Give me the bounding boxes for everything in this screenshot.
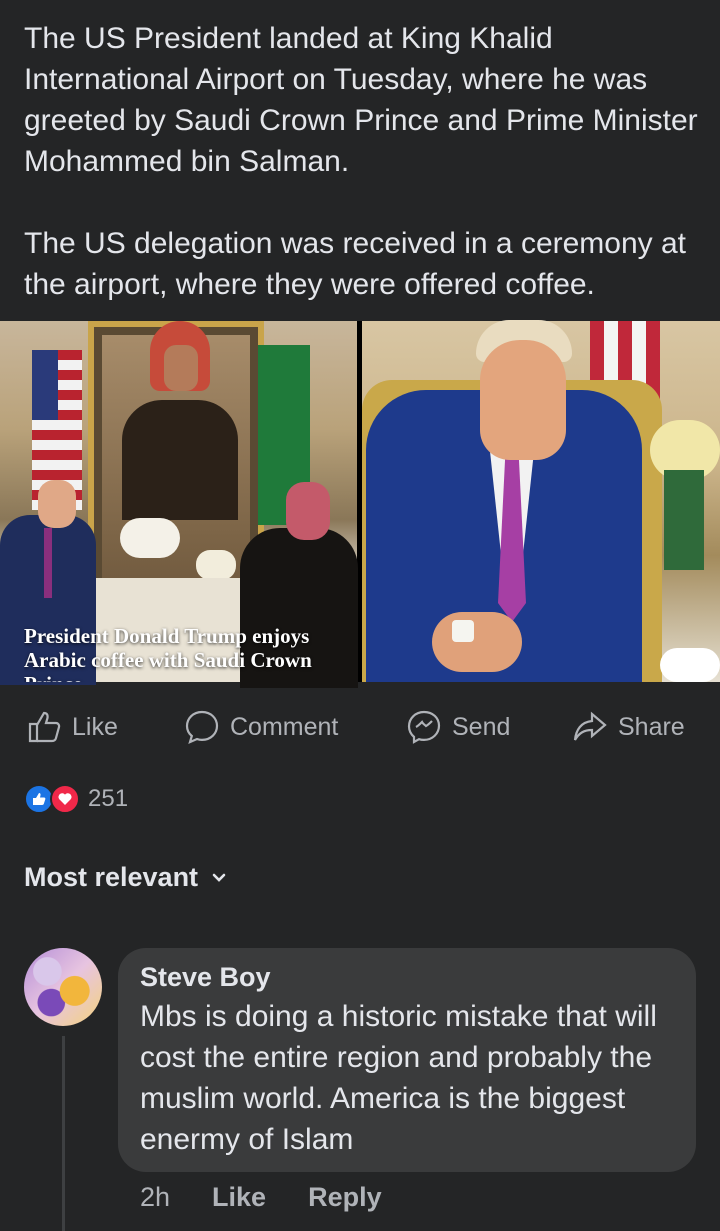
caption-paragraph-2: The US delegation was received in a cere…: [24, 227, 687, 301]
person-left-head: [38, 480, 76, 528]
comment-button[interactable]: Comment: [184, 709, 338, 745]
flowers-left: [120, 518, 180, 558]
person-left-tie: [44, 528, 52, 598]
comment-text: Mbs is doing a historic mistake that wil…: [140, 1000, 657, 1156]
comment-bubble[interactable]: Steve Boy Mbs is doing a historic mistak…: [118, 948, 696, 1172]
share-label: Share: [618, 712, 685, 741]
comment-meta: 2h Like Reply: [140, 1182, 382, 1213]
avatar[interactable]: [24, 948, 102, 1026]
comment-reply-button[interactable]: Reply: [308, 1182, 382, 1213]
comment-time[interactable]: 2h: [140, 1182, 170, 1213]
post-caption: The US President landed at King Khalid I…: [24, 18, 704, 305]
chevron-down-icon: [212, 873, 226, 882]
thread-line: [62, 1036, 65, 1231]
comment-like-button[interactable]: Like: [212, 1182, 266, 1213]
photo-overlay-caption: President Donald Trump enjoys Arabic cof…: [24, 624, 312, 682]
hands-right: [432, 612, 522, 672]
flowers-right-2: [660, 648, 720, 682]
reaction-count: 251: [88, 785, 129, 812]
person-right-head: [286, 482, 330, 540]
send-label: Send: [452, 712, 511, 741]
vase-right: [664, 470, 704, 570]
flowers-left-2: [196, 550, 236, 580]
sort-label: Most relevant: [24, 862, 199, 892]
like-label: Like: [72, 712, 118, 741]
send-button[interactable]: Send: [406, 709, 510, 745]
caption-paragraph-1: The US President landed at King Khalid I…: [24, 22, 698, 178]
thumbs-up-icon: [28, 711, 61, 743]
portrait-robe: [122, 400, 238, 520]
comment-sort-dropdown[interactable]: Most relevant: [24, 862, 228, 893]
love-icon: [50, 784, 80, 814]
coffee-cup: [452, 620, 474, 642]
comment-author[interactable]: Steve Boy: [140, 960, 674, 994]
us-flag-canton: [32, 350, 58, 420]
comment-bubble-icon: [185, 710, 219, 744]
messenger-icon: [407, 710, 441, 744]
post-action-bar: Like Comment Send Share: [0, 700, 720, 754]
portrait-face: [164, 345, 198, 391]
face-right: [480, 340, 566, 460]
comment-label: Comment: [230, 712, 339, 741]
like-button[interactable]: Like: [26, 709, 118, 745]
reaction-summary[interactable]: 251: [24, 784, 128, 814]
share-button[interactable]: Share: [572, 709, 685, 745]
share-arrow-icon: [573, 711, 607, 741]
